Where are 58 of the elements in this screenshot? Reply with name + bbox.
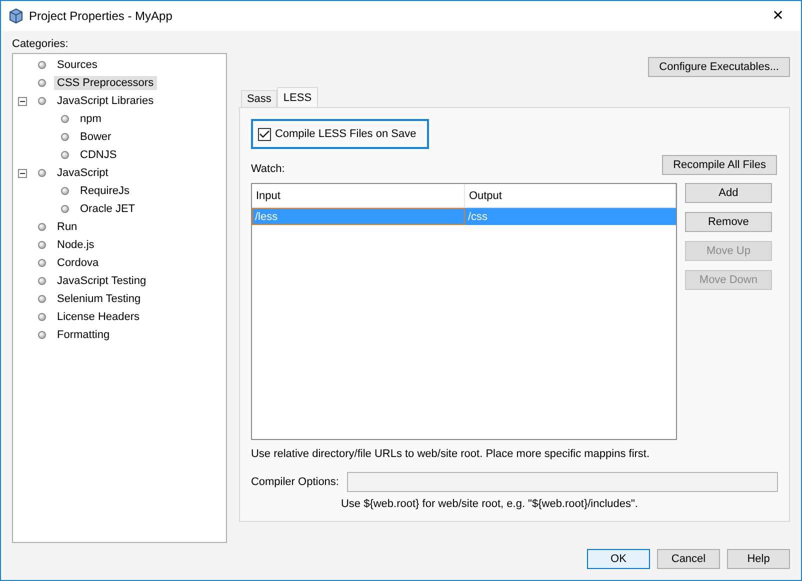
tree-item[interactable]: Oracle JET: [77, 202, 138, 216]
column-header[interactable]: Input: [252, 184, 465, 207]
tree-item[interactable]: License Headers: [54, 310, 143, 324]
tab[interactable]: Sass: [240, 90, 278, 107]
dialog-button[interactable]: OK: [587, 549, 650, 569]
table-cell-text: /css: [466, 210, 489, 224]
node-icon: [38, 313, 46, 321]
table-cell: /less: [252, 208, 465, 225]
dialog-button[interactable]: Cancel: [657, 549, 720, 569]
node-icon: [38, 169, 46, 177]
cube-icon: [9, 8, 23, 24]
node-icon: [38, 259, 46, 267]
tree-item[interactable]: CSS Preprocessors: [54, 76, 157, 90]
tree-item[interactable]: Cordova: [54, 256, 102, 270]
compiler-options-field[interactable]: [347, 472, 778, 492]
tree-item[interactable]: CDNJS: [77, 148, 120, 162]
watch-label: Watch:: [250, 163, 285, 175]
column-header[interactable]: Output: [464, 184, 676, 207]
node-icon: [61, 205, 69, 213]
tree-item[interactable]: RequireJs: [77, 184, 133, 198]
tree-item[interactable]: npm: [77, 112, 104, 126]
tab[interactable]: LESS: [277, 87, 318, 107]
tree-item[interactable]: Bower: [77, 130, 114, 144]
hint-text: Use relative directory/file URLs to web/site root. Place more specific mappins first.: [250, 448, 651, 460]
side-button[interactable]: Add: [684, 183, 772, 203]
node-icon: [38, 331, 46, 339]
tree-item[interactable]: JavaScript: [54, 166, 112, 180]
collapse-icon[interactable]: [18, 169, 27, 178]
categories-label: Categories:: [12, 38, 70, 50]
compile-checkbox[interactable]: Compile LESS Files on Save: [250, 119, 429, 149]
dialog-button[interactable]: Help: [727, 549, 790, 569]
node-icon: [38, 295, 46, 303]
node-icon: [61, 151, 69, 159]
node-icon: [38, 61, 46, 69]
tree-item[interactable]: Formatting: [54, 328, 113, 342]
window-title: Project Properties - MyApp: [29, 9, 174, 23]
node-icon: [38, 97, 46, 105]
tree-item[interactable]: JavaScript Testing: [54, 274, 150, 288]
tree-item[interactable]: Selenium Testing: [54, 292, 144, 306]
tree-item[interactable]: Run: [54, 220, 80, 234]
tree-item[interactable]: Sources: [54, 58, 100, 72]
configure-button[interactable]: Configure Executables...: [648, 57, 790, 77]
node-icon: [61, 133, 69, 141]
node-icon: [38, 277, 46, 285]
collapse-icon[interactable]: [18, 97, 27, 106]
tree-item[interactable]: JavaScript Libraries: [54, 94, 157, 108]
recompile-button[interactable]: Recompile All Files: [662, 155, 777, 175]
compiler-options-label: Compiler Options:: [250, 476, 339, 488]
node-icon: [61, 187, 69, 195]
node-icon: [61, 115, 69, 123]
node-icon: [38, 223, 46, 231]
node-icon: [38, 241, 46, 249]
check-icon: [258, 130, 270, 138]
node-icon: [38, 79, 46, 87]
hint-text: Use ${web.root} for web/site root, e.g. "${web.root}/includes".: [340, 498, 639, 510]
close-button[interactable]: ✕: [763, 4, 793, 28]
side-button[interactable]: Remove: [684, 212, 772, 232]
tree-item[interactable]: Node.js: [54, 238, 98, 252]
